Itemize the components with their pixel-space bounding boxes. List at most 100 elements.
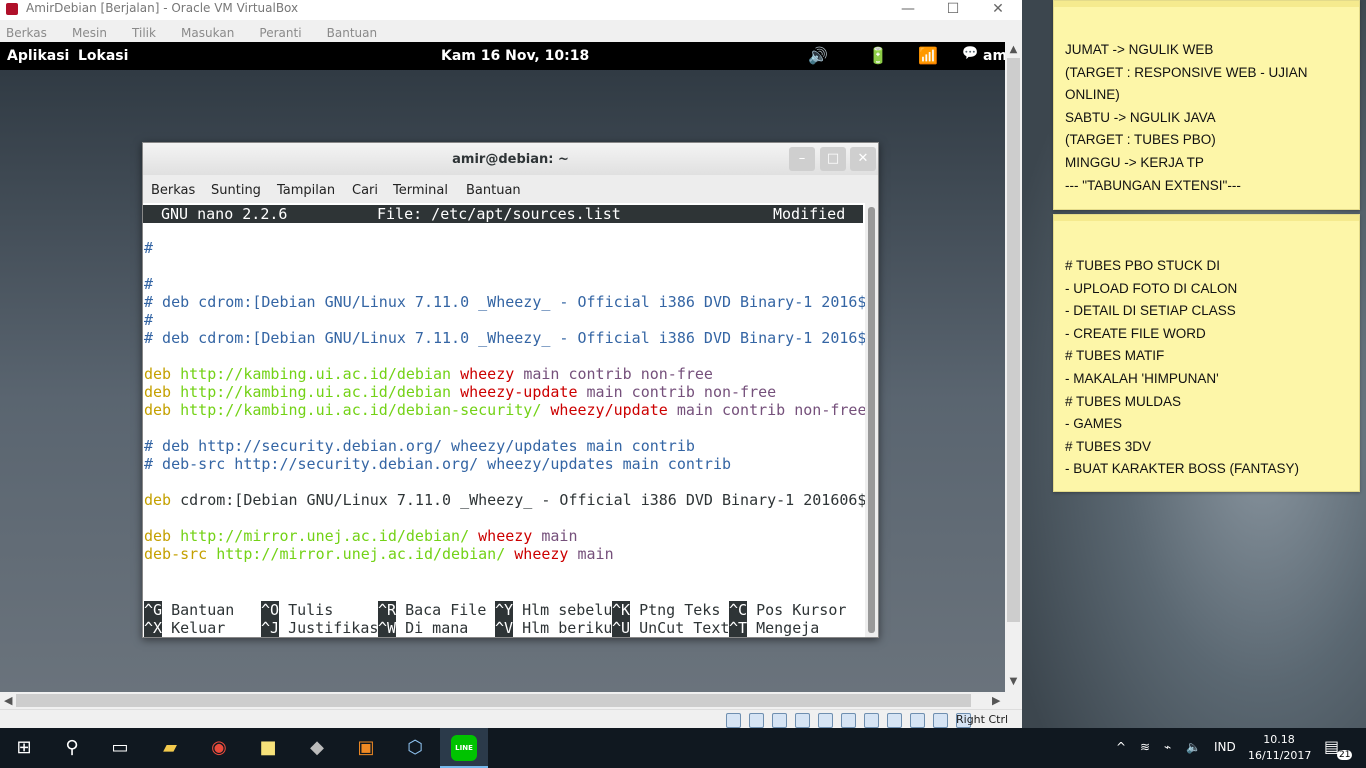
start-icon[interactable]: ⊞: [0, 728, 48, 768]
sticky-note-schedule[interactable]: JUMAT -> NGULIK WEB (TARGET : RESPONSIVE …: [1053, 0, 1360, 210]
panel-clock[interactable]: Kam 16 Nov, 10:18: [441, 48, 589, 64]
sticky-note-line: - BUAT KARAKTER BOSS (FANTASY): [1065, 461, 1300, 477]
shortcut-label: Bantuan: [171, 601, 235, 619]
terminal-menu-cari[interactable]: Cari: [352, 183, 378, 198]
optical-drive-icon[interactable]: [749, 713, 764, 728]
window-title: AmirDebian [Berjalan] - Oracle VM Virtua…: [26, 1, 299, 15]
clipboard-icon[interactable]: [910, 713, 925, 728]
video-capture-icon[interactable]: [887, 713, 902, 728]
volume-icon[interactable]: 🔊: [808, 46, 828, 65]
search-icon[interactable]: ⚲: [48, 728, 96, 768]
foxit-pdf-icon[interactable]: ▣: [342, 728, 390, 768]
nano-token: deb: [144, 527, 181, 545]
show-hidden-icons-icon[interactable]: ^: [1116, 740, 1126, 754]
shortcut-key: ^O: [261, 601, 280, 619]
nano-token: # deb cdrom:[Debian GNU/Linux 7.11.0 _Wh…: [144, 329, 867, 347]
terminal-menu-bar: Berkas Sunting Tampilan Cari Terminal Ba…: [143, 175, 878, 203]
virtualbox-app-icon: [6, 3, 18, 15]
vbox-vscroll-thumb[interactable]: [1007, 58, 1020, 622]
shared-folder-icon[interactable]: [841, 713, 856, 728]
minimize-button[interactable]: —: [885, 0, 931, 20]
nano-token: deb: [144, 365, 181, 383]
user-menu[interactable]: am: [983, 48, 1007, 64]
shortcut-label: Mengeja: [756, 619, 820, 637]
nano-line: #: [144, 311, 153, 329]
nano-token: #: [144, 239, 154, 257]
nano-token: http://kambing.ui.ac.id/debian: [180, 383, 461, 401]
menu-peranti[interactable]: Peranti: [259, 26, 301, 40]
terminal-menu-bantuan[interactable]: Bantuan: [466, 183, 521, 198]
nano-line: # deb-src http://security.debian.org/ wh…: [144, 455, 731, 473]
chat-icon[interactable]: 💬: [962, 46, 978, 61]
chrome-icon[interactable]: ◉: [195, 728, 243, 768]
network-adapter-icon[interactable]: [795, 713, 810, 728]
shortcut-label: Justifikas: [288, 619, 379, 637]
taskbar-clock[interactable]: 10.18 16/11/2017: [1248, 732, 1311, 764]
hard-disk-icon[interactable]: [726, 713, 741, 728]
nano-line: deb http://kambing.ui.ac.id/debian-secur…: [144, 401, 866, 419]
vbox-status-bar: Right Ctrl: [0, 709, 1022, 729]
nano-line: deb http://mirror.unej.ac.id/debian/ whe…: [144, 527, 577, 545]
terminal-menu-tampilan[interactable]: Tampilan: [277, 183, 335, 198]
terminal-maximize-button[interactable]: □: [820, 147, 846, 171]
task-view-icon[interactable]: ▭: [96, 728, 144, 768]
nano-shortcut: ^V Hlm beriku: [495, 619, 612, 637]
terminal-menu-sunting[interactable]: Sunting: [211, 183, 261, 198]
language-indicator[interactable]: IND: [1214, 740, 1236, 754]
menu-tilik[interactable]: Tilik: [132, 26, 156, 40]
scroll-left-icon[interactable]: ◀: [4, 694, 12, 707]
scroll-right-icon[interactable]: ▶: [992, 694, 1000, 707]
gnome-top-panel: Aplikasi Lokasi Kam 16 Nov, 10:18 🔊 🔋 📶 …: [0, 42, 1007, 70]
plug-icon[interactable]: ⌁: [1164, 740, 1171, 754]
maximize-button[interactable]: ☐: [930, 0, 976, 20]
sticky-note-line: ONLINE): [1065, 87, 1120, 103]
cpu-icon[interactable]: [933, 713, 948, 728]
terminal-menu-berkas[interactable]: Berkas: [151, 183, 195, 198]
scroll-up-icon[interactable]: ▲: [1005, 44, 1022, 55]
terminal-close-button[interactable]: ✕: [850, 147, 876, 171]
network-icon[interactable]: 📶: [918, 46, 938, 65]
sticky-note-header[interactable]: [1054, 215, 1359, 221]
places-menu[interactable]: Lokasi: [78, 48, 128, 64]
nano-line: # deb cdrom:[Debian GNU/Linux 7.11.0 _Wh…: [144, 329, 866, 347]
file-explorer-icon[interactable]: ▰: [146, 728, 194, 768]
wifi-icon[interactable]: ≋: [1140, 740, 1150, 754]
terminal-window: amir@debian: ~ – □ ✕ Berkas Sunting Tamp…: [142, 142, 879, 638]
menu-masukan[interactable]: Masukan: [181, 26, 234, 40]
nano-token: deb: [144, 401, 181, 419]
terminal-scrollbar[interactable]: [865, 203, 878, 637]
power-icon[interactable]: 🔋: [868, 46, 888, 65]
terminal-minimize-button[interactable]: –: [789, 147, 815, 171]
display-icon[interactable]: [864, 713, 879, 728]
app-icon[interactable]: ◆: [293, 728, 341, 768]
terminal-scroll-thumb[interactable]: [868, 207, 875, 633]
nano-token: main: [577, 545, 614, 563]
nano-token: main contrib non-free: [676, 401, 867, 419]
close-button[interactable]: ✕: [975, 0, 1021, 20]
line-icon[interactable]: LINE: [440, 728, 488, 768]
sticky-note-tasks[interactable]: # TUBES PBO STUCK DI - UPLOAD FOTO DI CAL…: [1053, 214, 1360, 492]
nano-line: #: [144, 275, 153, 293]
vbox-horizontal-scrollbar[interactable]: ◀ ▶: [0, 692, 1005, 709]
vbox-hscroll-thumb[interactable]: [16, 694, 971, 707]
menu-bantuan[interactable]: Bantuan: [327, 26, 377, 40]
audio-icon[interactable]: [772, 713, 787, 728]
applications-menu[interactable]: Aplikasi: [7, 48, 69, 64]
nano-token: wheezy/update: [550, 401, 677, 419]
terminal-menu-terminal[interactable]: Terminal: [393, 183, 448, 198]
menu-berkas[interactable]: Berkas: [6, 26, 47, 40]
scroll-down-icon[interactable]: ▼: [1005, 676, 1022, 687]
vbox-vertical-scrollbar[interactable]: ▲ ▼: [1005, 42, 1022, 692]
menu-mesin[interactable]: Mesin: [72, 26, 107, 40]
sticky-notes-icon[interactable]: ■: [244, 728, 292, 768]
nano-editor[interactable]: GNU nano 2.2.6 File: /etc/apt/sources.li…: [143, 203, 866, 637]
sticky-note-line: MINGGU -> KERJA TP: [1065, 155, 1204, 170]
sticky-note-line: JUMAT -> NGULIK WEB: [1065, 42, 1214, 57]
nano-token: http://mirror.unej.ac.id/debian/: [216, 545, 515, 563]
virtualbox-icon[interactable]: ⬡: [391, 728, 439, 768]
shortcut-key: ^J: [261, 619, 280, 637]
nano-shortcut: ^Y Hlm sebelu: [495, 601, 612, 619]
usb-icon[interactable]: [818, 713, 833, 728]
speaker-mute-icon[interactable]: 🔈: [1186, 740, 1201, 754]
sticky-note-header[interactable]: [1054, 1, 1359, 7]
